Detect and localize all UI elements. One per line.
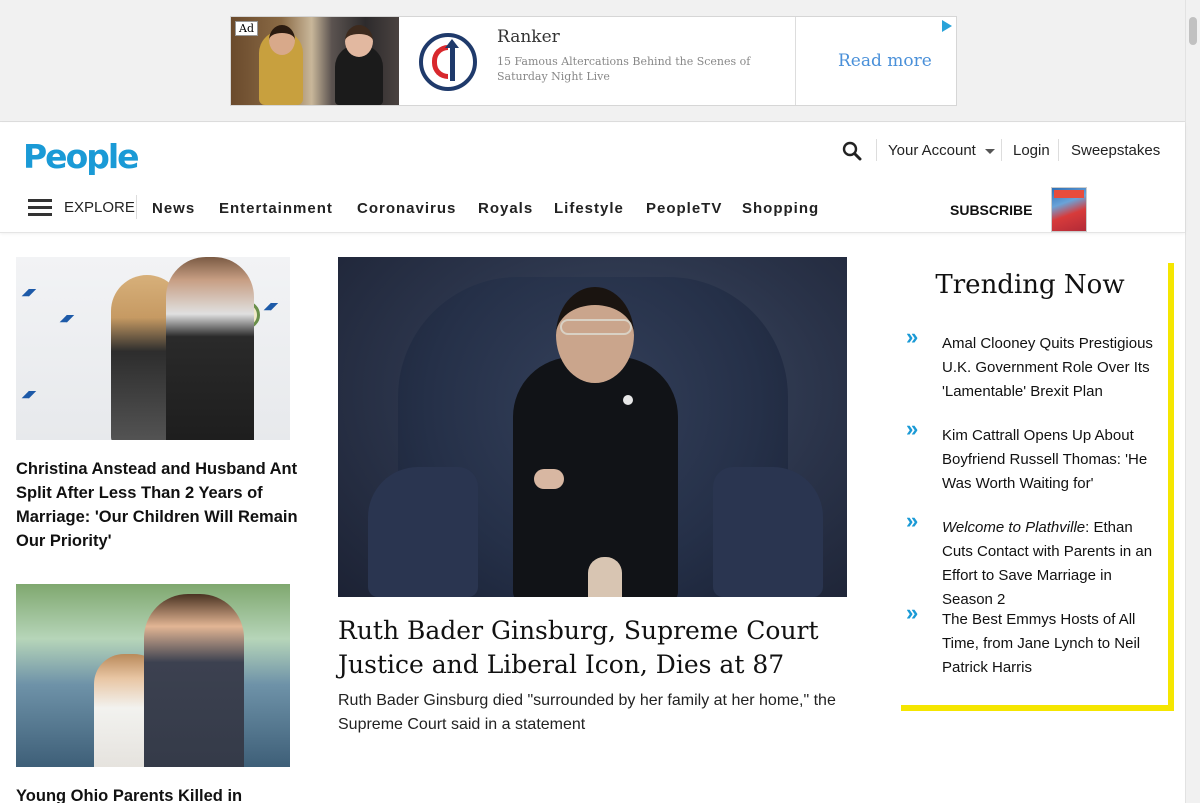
photo-hand [534,469,564,489]
caret-down-icon [984,148,995,154]
ad-description[interactable]: 15 Famous Altercations Behind the Scenes… [497,54,777,84]
main-story-description: Ruth Bader Ginsburg died "surrounded by … [338,692,836,733]
trending-item-text[interactable]: Kim Cattrall Opens Up About Boyfriend Ru… [942,424,1157,496]
ad-unit[interactable]: Ad Ranker 15 Famous Altercations Behind … [230,16,957,106]
header-divider [1001,139,1002,161]
nav-divider [136,195,137,219]
photo-leg [588,557,622,597]
ad-read-more-button[interactable]: Read more [838,51,932,71]
hamburger-line [28,199,52,202]
ad-image[interactable]: Ad [231,17,399,105]
trending-item-text[interactable]: Welcome to Plathville: Ethan Cuts Contac… [942,516,1157,612]
backdrop-logo: ◢◤ [22,287,36,297]
header-divider [1058,139,1059,161]
trending-item-text[interactable]: The Best Emmys Hosts of All Time, from J… [942,608,1157,680]
hamburger-line [28,206,52,209]
ad-banner-area: Ad Ranker 15 Famous Altercations Behind … [0,0,1185,122]
your-account-dropdown[interactable]: Your Account [888,142,995,159]
ad-divider [795,17,796,105]
photo-figure [144,594,244,767]
page-scrollbar[interactable] [1185,0,1200,803]
people-logo[interactable]: People [23,137,140,176]
site-header: People Your Account Login Sweepstakes EX… [0,123,1185,233]
ranker-logo-icon [445,39,459,48]
nav-item-news[interactable]: News [152,200,195,217]
hamburger-menu-icon[interactable] [28,199,52,217]
explore-menu-button[interactable]: EXPLORE [64,199,135,216]
sweepstakes-link[interactable]: Sweepstakes [1071,142,1160,159]
nav-item-lifestyle[interactable]: Lifestyle [554,200,624,217]
story-title[interactable]: Christina Anstead and Husband Ant Split … [16,457,298,553]
story-image-ohio-parents[interactable] [16,584,290,767]
search-icon[interactable] [842,141,862,161]
photo-brooch [623,395,633,405]
trending-item-text[interactable]: Amal Clooney Quits Prestigious U.K. Gove… [942,332,1157,404]
magazine-cover-thumbnail[interactable] [1051,187,1087,232]
trending-accent-border [1168,263,1174,711]
nav-item-entertainment[interactable]: Entertainment [219,200,333,217]
ad-image-figure [345,25,373,57]
photo-chair-arm [368,467,478,597]
subscribe-link[interactable]: SUBSCRIBE [950,202,1032,218]
hamburger-line [28,213,52,216]
backdrop-logo: ◢◤ [264,301,278,311]
double-chevron-right-icon: » [906,508,918,533]
story-image-anstead[interactable]: ◢◤ ◢◤ ◢◤ ◢◤ [16,257,290,440]
ranker-logo-icon [450,45,455,81]
backdrop-logo: ◢◤ [60,313,74,323]
double-chevron-right-icon: » [906,600,918,625]
ad-image-figure [269,25,295,55]
nav-item-peopletv[interactable]: PeopleTV [646,200,722,217]
story-title[interactable]: Young Ohio Parents Killed in [16,784,298,803]
ranker-logo-icon [432,45,448,79]
nav-item-royals[interactable]: Royals [478,200,533,217]
photo-chair-arm [713,467,823,597]
your-account-label: Your Account [888,142,976,159]
photo-figure-head [556,287,634,383]
backdrop-logo: ◢◤ [22,389,36,399]
trending-item-show-title: Welcome to Plathville [942,519,1086,536]
nav-item-coronavirus[interactable]: Coronavirus [357,200,456,217]
ranker-logo-icon [419,33,477,91]
ad-advertiser[interactable]: Ranker [497,27,560,47]
adchoices-icon[interactable] [942,20,952,32]
scrollbar-thumb[interactable] [1189,17,1197,45]
ad-badge: Ad [235,21,258,36]
main-story-title[interactable]: Ruth Bader Ginsburg, Supreme Court Justi… [338,614,858,682]
photo-figure [166,257,254,440]
magazine-masthead [1054,190,1084,198]
double-chevron-right-icon: » [906,324,918,349]
trending-accent-border [901,705,1174,711]
main-story-image[interactable] [338,257,847,597]
header-divider [876,139,877,161]
photo-glasses [560,319,632,335]
trending-title: Trending Now [935,270,1125,300]
nav-item-shopping[interactable]: Shopping [742,200,819,217]
double-chevron-right-icon: » [906,416,918,441]
login-link[interactable]: Login [1013,142,1050,159]
